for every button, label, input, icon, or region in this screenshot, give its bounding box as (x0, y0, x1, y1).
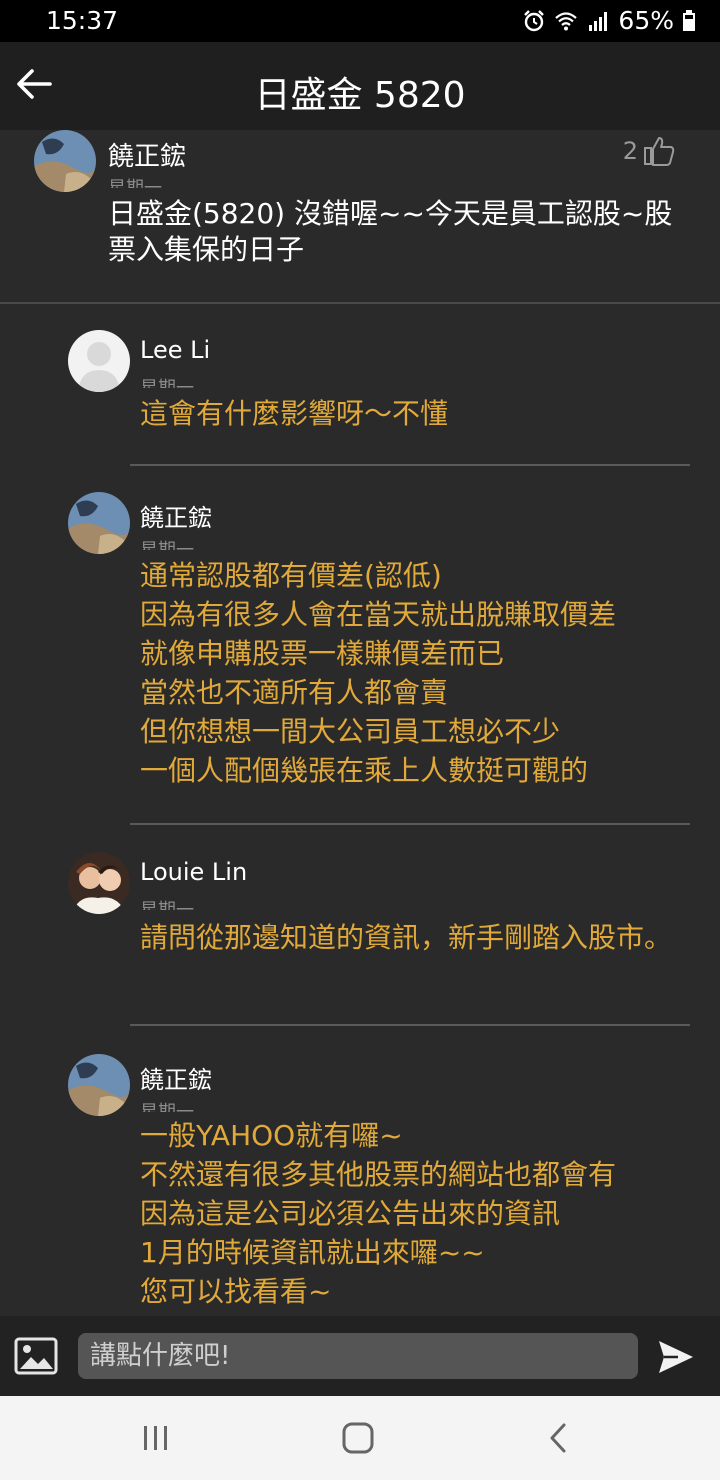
battery-percent: 65% (618, 6, 674, 35)
like-count: 2 (622, 137, 638, 165)
reply-text: 這會有什麼影響呀～不懂 (140, 397, 449, 430)
signal-icon (589, 11, 608, 31)
reply-author[interactable]: Lee Li (140, 336, 210, 364)
chevron-left-icon[interactable] (540, 1422, 580, 1454)
image-icon[interactable] (14, 1336, 58, 1376)
reply-divider (130, 464, 690, 466)
page-title: 日盛金 5820 (254, 75, 466, 116)
comment-input[interactable] (78, 1333, 638, 1379)
comment-thread[interactable]: 饒正鋐 星期一 2 日盛金(5820) 沒錯喔~~今天是員工認股~股票入集保的日… (0, 130, 720, 1316)
comment-composer (0, 1316, 720, 1396)
reply-date: 星期一 (140, 1098, 194, 1112)
avatar[interactable] (68, 330, 130, 392)
divider (0, 302, 720, 304)
status-icons: 65% (522, 6, 696, 35)
battery-icon (682, 9, 696, 32)
reply-text: 通常認股都有價差(認低) 因為有很多人會在當天就出脫賺取價差 就像申購股票一樣賺… (140, 559, 617, 787)
reply-date: 星期一 (140, 536, 194, 550)
post-author[interactable]: 饒正鋐 (108, 136, 186, 173)
like-button[interactable]: 2 (623, 134, 676, 168)
wifi-icon (555, 11, 578, 30)
reply-author[interactable]: 饒正鋐 (140, 1060, 212, 1095)
reply-divider (130, 1024, 690, 1026)
reply-author[interactable]: Louie Lin (140, 858, 247, 886)
reply-divider (130, 823, 690, 825)
reply-date: 星期一 (140, 374, 194, 388)
avatar[interactable] (68, 492, 130, 554)
avatar[interactable] (68, 852, 130, 914)
alarm-icon (524, 9, 545, 31)
post-text: 日盛金(5820) 沒錯喔~~今天是員工認股~股票入集保的日子 (108, 197, 673, 266)
reply-text: 一般YAHOO就有囉~ 不然還有很多其他股票的網站也都會有 因為這是公司必須公告… (140, 1119, 617, 1308)
original-post: 饒正鋐 星期一 2 日盛金(5820) 沒錯喔~~今天是員工認股~股票入集保的日… (0, 130, 720, 302)
post-date: 星期一 (108, 174, 162, 188)
reply-date: 星期一 (140, 896, 194, 910)
reply-author[interactable]: 饒正鋐 (140, 498, 212, 533)
avatar[interactable] (68, 1054, 130, 1116)
home-icon[interactable] (338, 1422, 378, 1454)
reply-text: 請問從那邊知道的資訊，新手剛踏入股市。 (140, 921, 673, 954)
send-icon[interactable] (656, 1338, 696, 1376)
app-bar: 日盛金 5820 (0, 42, 720, 130)
avatar[interactable] (34, 130, 96, 192)
thumbs-up-icon (644, 137, 675, 166)
system-nav-bar (0, 1396, 720, 1480)
status-bar: 15:37 65% (0, 0, 720, 42)
recent-apps-icon[interactable] (136, 1422, 176, 1454)
status-time: 15:37 (46, 6, 119, 35)
